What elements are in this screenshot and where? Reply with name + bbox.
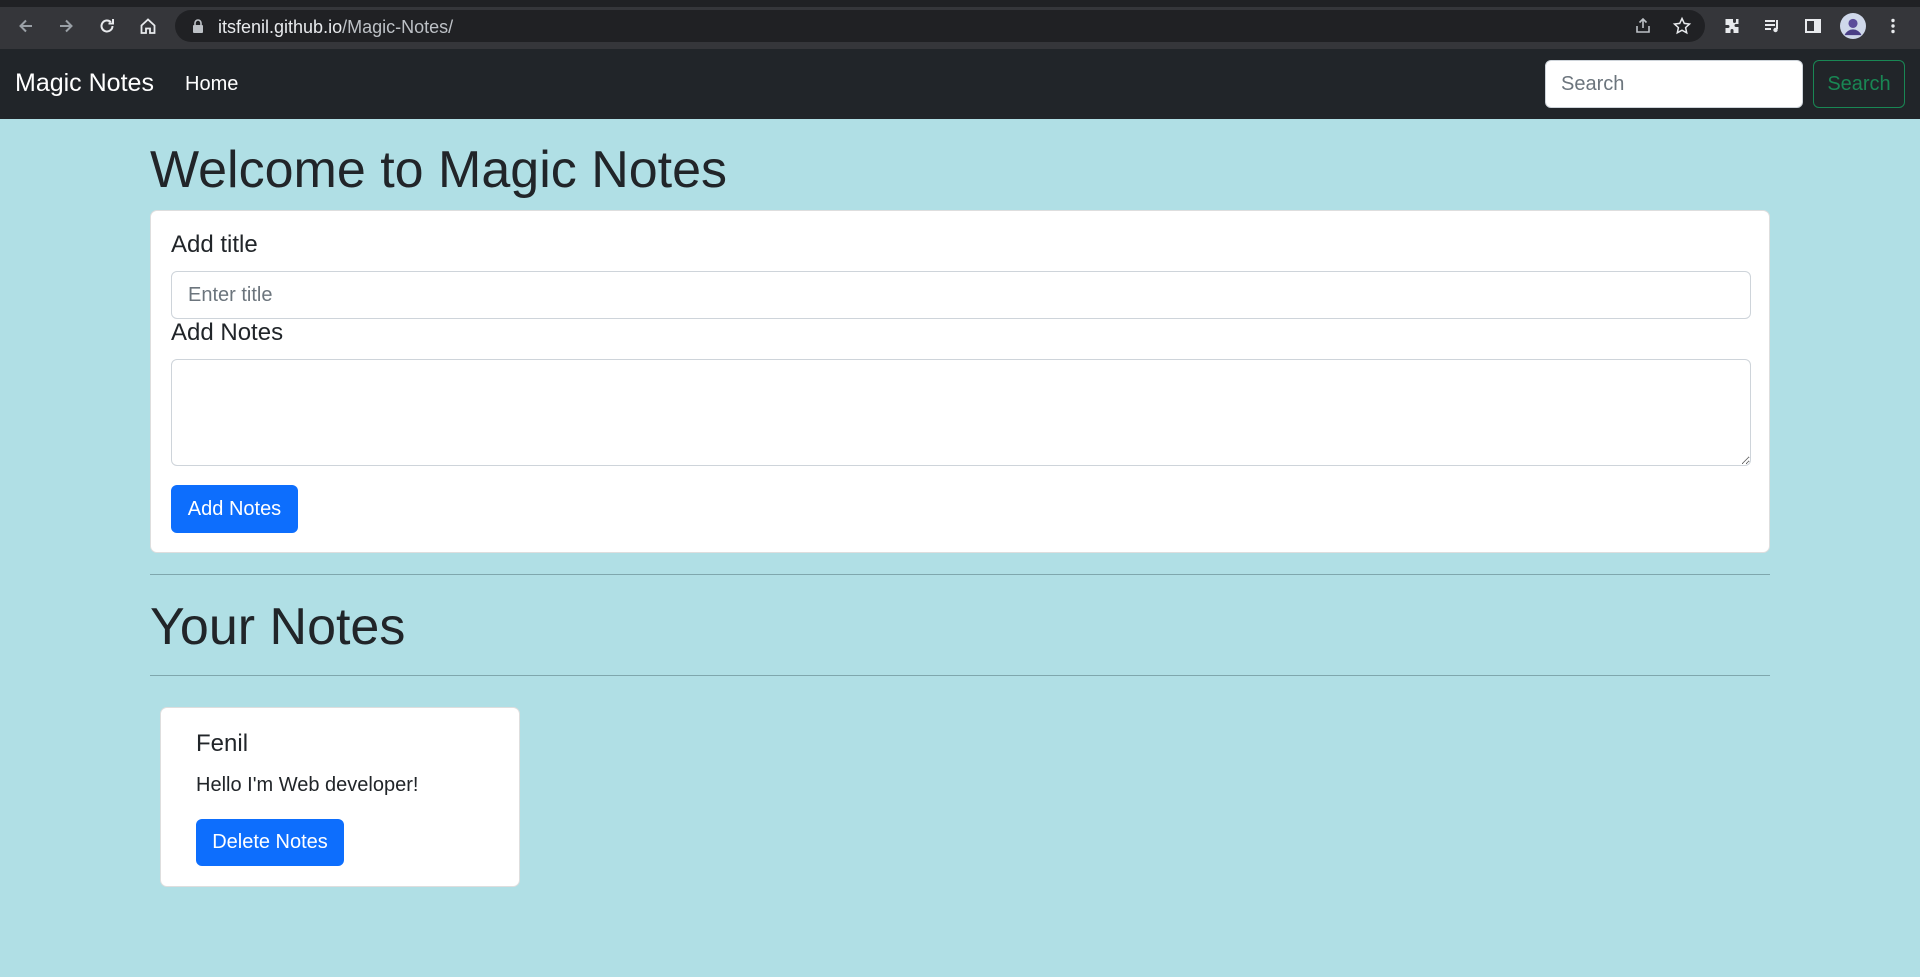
bookmark-star-icon[interactable]: [1672, 16, 1692, 36]
address-bar[interactable]: itsfenil.github.io/Magic-Notes/: [175, 10, 1705, 42]
site-navbar: Magic Notes Home Search: [0, 49, 1920, 119]
divider: [150, 675, 1770, 676]
add-note-card: Add title Add Notes Add Notes: [150, 210, 1770, 553]
note-text: Hello I'm Web developer!: [196, 774, 419, 796]
reload-icon[interactable]: [93, 12, 121, 40]
lock-icon: [193, 19, 203, 33]
search-button[interactable]: Search: [1813, 60, 1905, 108]
notes-heading: Your Notes: [150, 598, 406, 656]
note-card: Fenil Hello I'm Web developer! Delete No…: [160, 707, 520, 887]
note-title: Fenil: [196, 730, 249, 757]
share-icon[interactable]: [1633, 16, 1653, 36]
search-input[interactable]: [1545, 60, 1803, 108]
notes-textarea[interactable]: [171, 359, 1751, 466]
forward-icon[interactable]: [52, 12, 80, 40]
divider: [150, 574, 1770, 575]
page-title: Welcome to Magic Notes: [150, 141, 728, 199]
url-host: itsfenil.github.io: [218, 17, 343, 37]
title-input[interactable]: [171, 271, 1751, 319]
delete-notes-button[interactable]: Delete Notes: [196, 819, 344, 866]
notes-label: Add Notes: [171, 319, 284, 346]
nav-link-home[interactable]: Home: [185, 73, 238, 96]
profile-avatar[interactable]: [1839, 12, 1867, 40]
title-label: Add title: [171, 231, 258, 258]
browser-menu-icon[interactable]: [1879, 12, 1907, 40]
media-queue-icon[interactable]: [1758, 12, 1786, 40]
url-path: /Magic-Notes/: [342, 17, 454, 37]
add-notes-button[interactable]: Add Notes: [171, 485, 298, 533]
extensions-icon[interactable]: [1718, 12, 1746, 40]
home-icon[interactable]: [134, 12, 162, 40]
back-icon[interactable]: [12, 12, 40, 40]
url-text: itsfenil.github.io/Magic-Notes/: [218, 17, 453, 38]
browser-toolbar: itsfenil.github.io/Magic-Notes/: [0, 0, 1920, 49]
navbar-brand[interactable]: Magic Notes: [15, 69, 154, 98]
side-panel-icon[interactable]: [1799, 12, 1827, 40]
browser-tab-strip: [0, 0, 1920, 7]
